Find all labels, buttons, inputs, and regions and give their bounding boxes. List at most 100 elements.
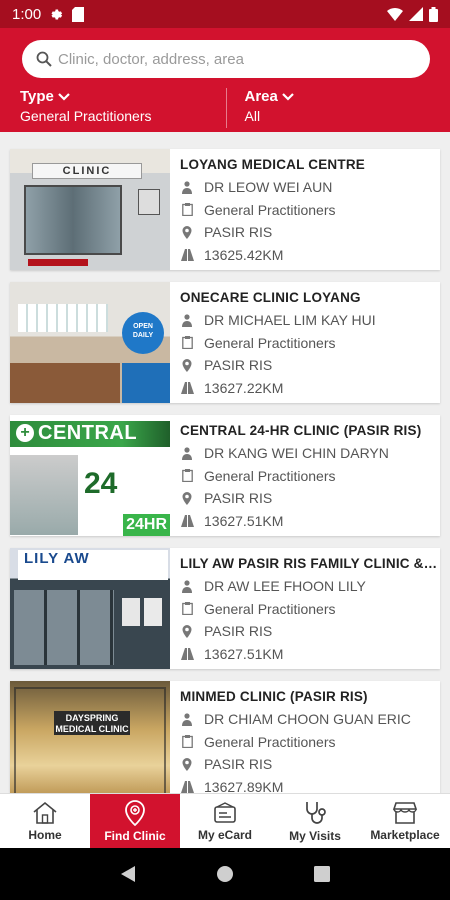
clinic-name: CENTRAL 24-HR CLINIC (PASIR RIS)	[180, 423, 422, 438]
type-filter-label: Type	[20, 88, 54, 105]
stethoscope-icon	[306, 801, 326, 824]
doctor-icon	[180, 180, 194, 194]
search-bar[interactable]	[22, 40, 430, 78]
status-bar: 1:00	[0, 0, 450, 28]
clinic-photo: LILY AW	[10, 548, 170, 669]
settings-gear-icon	[51, 9, 63, 19]
home-icon	[33, 801, 57, 824]
specialty: General Practitioners	[204, 201, 336, 218]
wifi-icon	[387, 8, 403, 21]
clipboard-icon	[180, 203, 194, 217]
road-distance-icon	[180, 780, 194, 793]
store-icon	[392, 801, 418, 824]
clipboard-icon	[180, 336, 194, 350]
clinic-photo: DAYSPRING MEDICAL CLINIC	[10, 681, 170, 793]
clinic-card[interactable]: CENTRAL + 24 24HR CENTRAL 24-HR CLINIC (…	[10, 415, 440, 536]
clinic-photo-number: 24	[84, 467, 118, 500]
tab-home[interactable]: Home	[0, 794, 90, 848]
location-pin-icon	[180, 757, 194, 771]
back-icon[interactable]	[120, 865, 136, 883]
location-pin-icon	[180, 624, 194, 638]
recents-icon[interactable]	[314, 866, 330, 882]
tab-my-ecard-label: My eCard	[197, 827, 253, 842]
doctor-name: DR CHIAM CHOON GUAN ERIC	[204, 711, 411, 728]
specialty: General Practitioners	[204, 600, 336, 617]
doctor-icon	[180, 446, 194, 460]
clinic-name: LILY AW PASIR RIS FAMILY CLINIC & SURGER…	[180, 556, 440, 571]
doctor-name: DR MICHAEL LIM KAY HUI	[204, 312, 376, 329]
battery-icon	[429, 6, 438, 22]
sd-card-icon	[72, 6, 85, 22]
specialty: General Practitioners	[204, 467, 336, 484]
road-distance-icon	[180, 248, 194, 262]
doctor-icon	[180, 712, 194, 726]
location-pin-icon	[180, 491, 194, 505]
tab-home-label: Home	[28, 827, 62, 842]
clinic-name: ONECARE CLINIC LOYANG	[180, 290, 361, 305]
road-distance-icon	[180, 647, 194, 661]
tab-find-clinic-label: Find Clinic	[104, 828, 166, 843]
tab-marketplace[interactable]: Marketplace	[360, 794, 450, 848]
location-pin-icon	[180, 358, 194, 372]
clinic-photo-sign: CLINIC	[32, 163, 142, 179]
search-icon	[36, 51, 52, 67]
clinic-name: MINMED CLINIC (PASIR RIS)	[180, 689, 368, 704]
specialty: General Practitioners	[204, 733, 336, 750]
doctor-icon	[180, 313, 194, 327]
area-name: PASIR RIS	[204, 490, 273, 507]
doctor-name: DR KANG WEI CHIN DARYN	[204, 445, 389, 462]
clinic-photo: CLINIC	[10, 149, 170, 270]
clinic-list[interactable]: CLINIC LOYANG MEDICAL CENTRE DR LEOW WEI…	[0, 132, 450, 793]
doctor-name: DR LEOW WEI AUN	[204, 179, 333, 196]
24hr-badge: 24HR	[123, 514, 170, 536]
bottom-tab-bar: Home Find Clinic My eCard My Visits Mark…	[0, 793, 450, 848]
doctor-name: DR AW LEE FHOON LILY	[204, 578, 366, 595]
clinic-card[interactable]: OPEN DAILY ONECARE CLINIC LOYANG DR MICH…	[10, 282, 440, 403]
clipboard-icon	[180, 735, 194, 749]
clipboard-icon	[180, 602, 194, 616]
location-pin-icon	[125, 799, 145, 826]
area-filter[interactable]: Area All	[225, 88, 450, 128]
clinic-photo: OPEN DAILY	[10, 282, 170, 403]
filter-bar: Type General Practitioners Area All	[0, 88, 450, 128]
area-filter-value: All	[244, 108, 261, 124]
clipboard-icon	[180, 469, 194, 483]
tab-my-ecard[interactable]: My eCard	[180, 794, 270, 848]
clinic-photo-sign: LILY AW	[18, 550, 168, 580]
specialty: General Practitioners	[204, 334, 336, 351]
clinic-name: LOYANG MEDICAL CENTRE	[180, 157, 365, 172]
type-filter-value: General Practitioners	[20, 108, 152, 124]
system-nav-bar	[0, 848, 450, 900]
search-input[interactable]	[58, 50, 398, 68]
clinic-photo-sign: OPEN DAILY	[122, 312, 164, 354]
area-filter-label: Area	[244, 88, 278, 105]
clinic-card[interactable]: DAYSPRING MEDICAL CLINIC MINMED CLINIC (…	[10, 681, 440, 793]
distance: 13627.51KM	[204, 512, 284, 529]
distance: 13627.51KM	[204, 645, 284, 662]
distance: 13625.42KM	[204, 246, 284, 263]
distance: 13627.22KM	[204, 379, 284, 396]
chevron-down-icon	[282, 92, 294, 101]
area-name: PASIR RIS	[204, 224, 273, 241]
road-distance-icon	[180, 514, 194, 528]
signal-icon	[409, 7, 423, 21]
location-pin-icon	[180, 225, 194, 239]
header: Type General Practitioners Area All	[0, 28, 450, 132]
card-icon	[214, 801, 236, 823]
tab-marketplace-label: Marketplace	[370, 827, 440, 842]
road-distance-icon	[180, 381, 194, 395]
clinic-card[interactable]: LILY AW LILY AW PASIR RIS FAMILY CLINIC …	[10, 548, 440, 669]
area-name: PASIR RIS	[204, 623, 273, 640]
clinic-photo: CENTRAL + 24 24HR	[10, 415, 170, 536]
status-time: 1:00	[12, 5, 42, 23]
tab-find-clinic[interactable]: Find Clinic	[90, 794, 180, 848]
clinic-card[interactable]: CLINIC LOYANG MEDICAL CENTRE DR LEOW WEI…	[10, 149, 440, 270]
chevron-down-icon	[58, 92, 70, 101]
tab-my-visits[interactable]: My Visits	[270, 794, 360, 848]
doctor-icon	[180, 579, 194, 593]
area-name: PASIR RIS	[204, 756, 273, 773]
type-filter[interactable]: Type General Practitioners	[0, 88, 226, 128]
distance: 13627.89KM	[204, 778, 284, 793]
area-name: PASIR RIS	[204, 357, 273, 374]
home-circle-icon[interactable]	[216, 865, 234, 883]
